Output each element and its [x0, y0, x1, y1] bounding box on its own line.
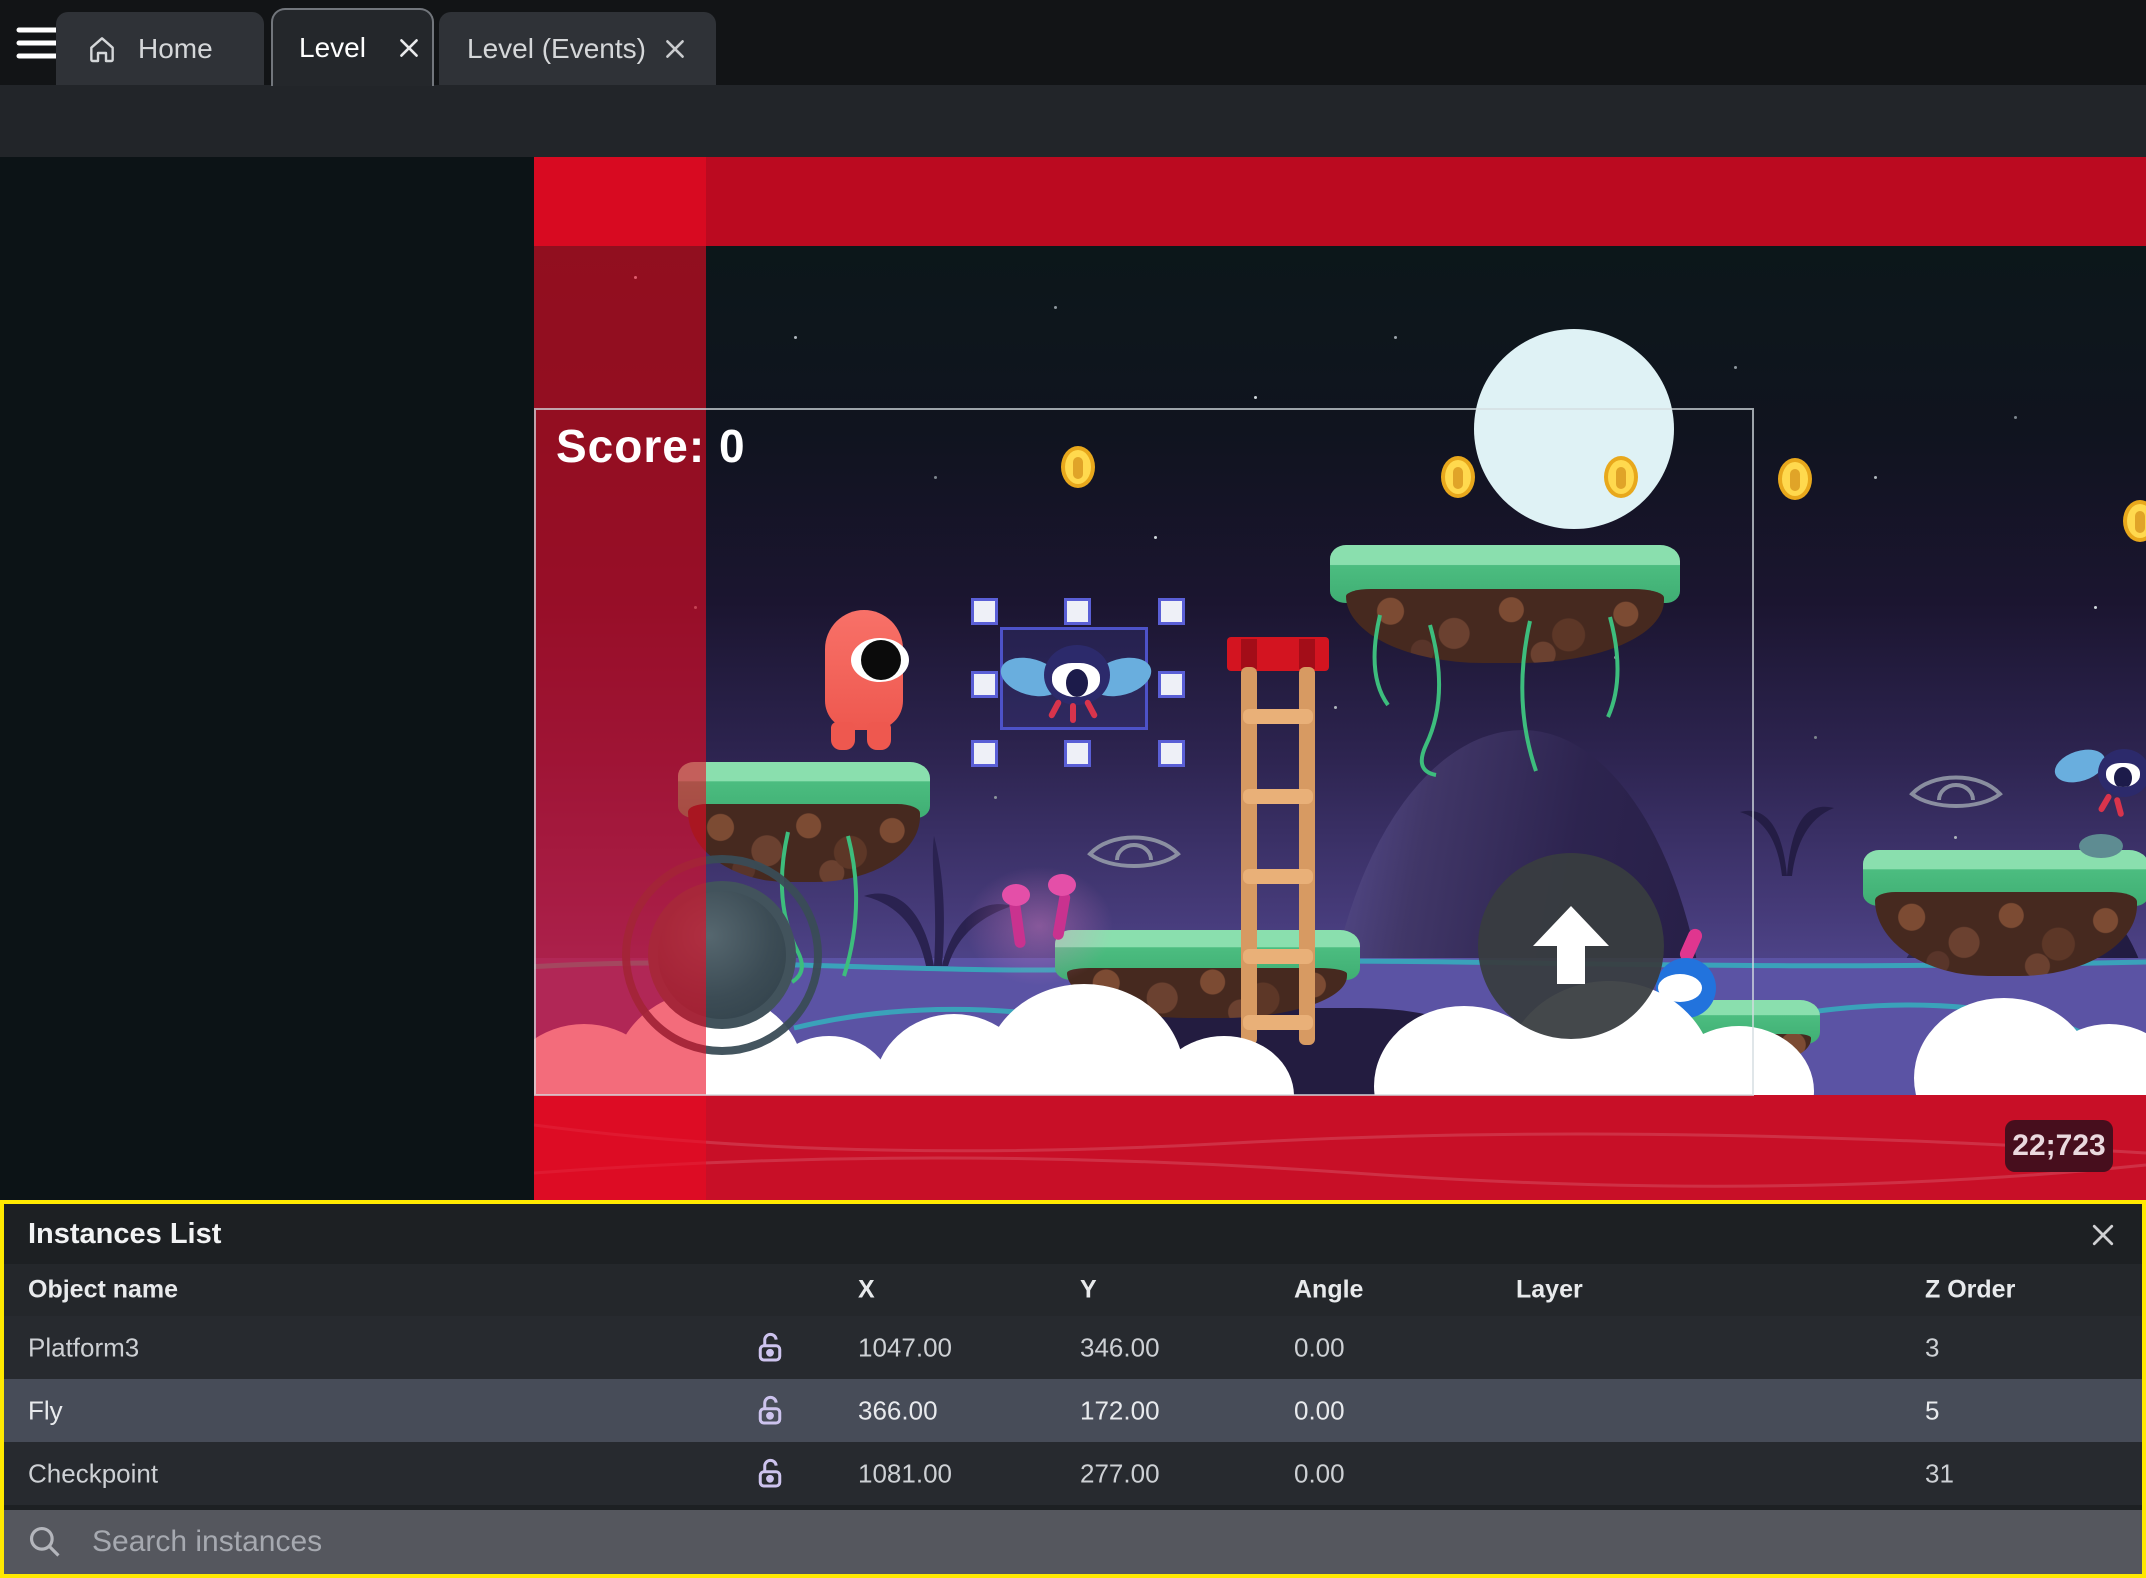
- tab-level-events-label: Level (Events): [467, 32, 646, 64]
- coin-instance[interactable]: [2123, 500, 2146, 542]
- tab-home[interactable]: Home: [56, 12, 264, 85]
- app-window: { "tabs": { "home": "Home", "level": "Le…: [0, 0, 2146, 1578]
- instance-z-order[interactable]: 31: [1925, 1458, 1954, 1489]
- instance-z-order[interactable]: 3: [1925, 1332, 1939, 1363]
- unlock-icon[interactable]: [752, 1330, 788, 1366]
- close-tab-icon[interactable]: [662, 36, 688, 62]
- instance-y[interactable]: 277.00: [1080, 1458, 1160, 1489]
- instance-y[interactable]: 172.00: [1080, 1395, 1160, 1426]
- unlock-icon[interactable]: [752, 1393, 788, 1429]
- instance-x[interactable]: 1081.00: [858, 1458, 952, 1489]
- instances-table-header: Object name X Y Angle Layer Z Order: [4, 1264, 2142, 1316]
- bat-pupil: [2114, 767, 2132, 787]
- home-icon: [86, 33, 118, 65]
- instance-x[interactable]: 1047.00: [858, 1332, 952, 1363]
- instance-angle[interactable]: 0.00: [1294, 1332, 1345, 1363]
- camera-frame: [534, 408, 1754, 1096]
- editor-toolbar: Preview Publish: [0, 85, 2146, 242]
- search-icon: [26, 1523, 64, 1561]
- instance-name: Checkpoint: [28, 1458, 159, 1488]
- close-tab-icon[interactable]: [396, 35, 422, 61]
- instance-angle[interactable]: 0.00: [1294, 1395, 1345, 1426]
- eye-decoration: [1909, 775, 2003, 808]
- unlock-icon[interactable]: [752, 1456, 788, 1492]
- column-y[interactable]: Y: [1080, 1276, 1097, 1305]
- tab-level-label: Level: [299, 32, 366, 63]
- red-ground: [534, 1095, 2146, 1200]
- search-bar: [4, 1510, 2142, 1574]
- close-panel-icon[interactable]: [2088, 1220, 2118, 1250]
- instance-name: Fly: [28, 1395, 63, 1425]
- instance-z-order[interactable]: 5: [1925, 1395, 1939, 1426]
- table-row-checkpoint[interactable]: Checkpoint 1081.00 277.00 0.00 31: [4, 1442, 2142, 1505]
- instances-list-panel: Instances List Object name X Y Angle Lay…: [0, 1200, 2146, 1578]
- column-x[interactable]: X: [858, 1276, 875, 1305]
- scene-editor-canvas[interactable]: Score: 0 22;723: [0, 157, 2146, 1200]
- tab-level-events[interactable]: Level (Events): [439, 12, 716, 85]
- column-object-name[interactable]: Object name: [28, 1276, 178, 1305]
- rock-decoration: [2079, 834, 2123, 858]
- tab-bar: Home Level Level (Events): [0, 0, 2146, 86]
- cursor-coordinates-badge: 22;723: [2005, 1120, 2113, 1172]
- fly-enemy-instance[interactable]: [2050, 741, 2146, 818]
- bat-leg: [2097, 792, 2113, 814]
- ground-lines: [534, 1123, 2146, 1188]
- platform-instance[interactable]: [1863, 834, 2146, 978]
- search-instances-input[interactable]: [92, 1525, 2142, 1559]
- column-angle[interactable]: Angle: [1294, 1276, 1363, 1305]
- column-layer[interactable]: Layer: [1516, 1276, 1583, 1305]
- instance-x[interactable]: 366.00: [858, 1395, 938, 1426]
- bat-eye: [2106, 763, 2140, 787]
- panel-title: Instances List: [28, 1217, 222, 1250]
- tab-home-label: Home: [138, 32, 213, 64]
- panel-title-row: Instances List: [4, 1204, 2142, 1264]
- table-row-fly[interactable]: Fly 366.00 172.00 0.00 5: [4, 1379, 2142, 1442]
- instance-name: Platform3: [28, 1332, 140, 1362]
- tab-level[interactable]: Level: [271, 8, 434, 86]
- column-z-order[interactable]: Z Order: [1925, 1276, 2015, 1305]
- bat-leg: [2113, 796, 2125, 818]
- table-row-platform3[interactable]: Platform3 1047.00 346.00 0.00 3: [4, 1316, 2142, 1379]
- instance-angle[interactable]: 0.00: [1294, 1458, 1345, 1489]
- platform-rocks: [1875, 892, 2137, 976]
- coin-instance[interactable]: [1778, 458, 1812, 500]
- main-menu-icon[interactable]: [16, 25, 60, 61]
- red-band-top: [534, 157, 2146, 246]
- score-text: Score: 0: [556, 420, 746, 472]
- instance-y[interactable]: 346.00: [1080, 1332, 1160, 1363]
